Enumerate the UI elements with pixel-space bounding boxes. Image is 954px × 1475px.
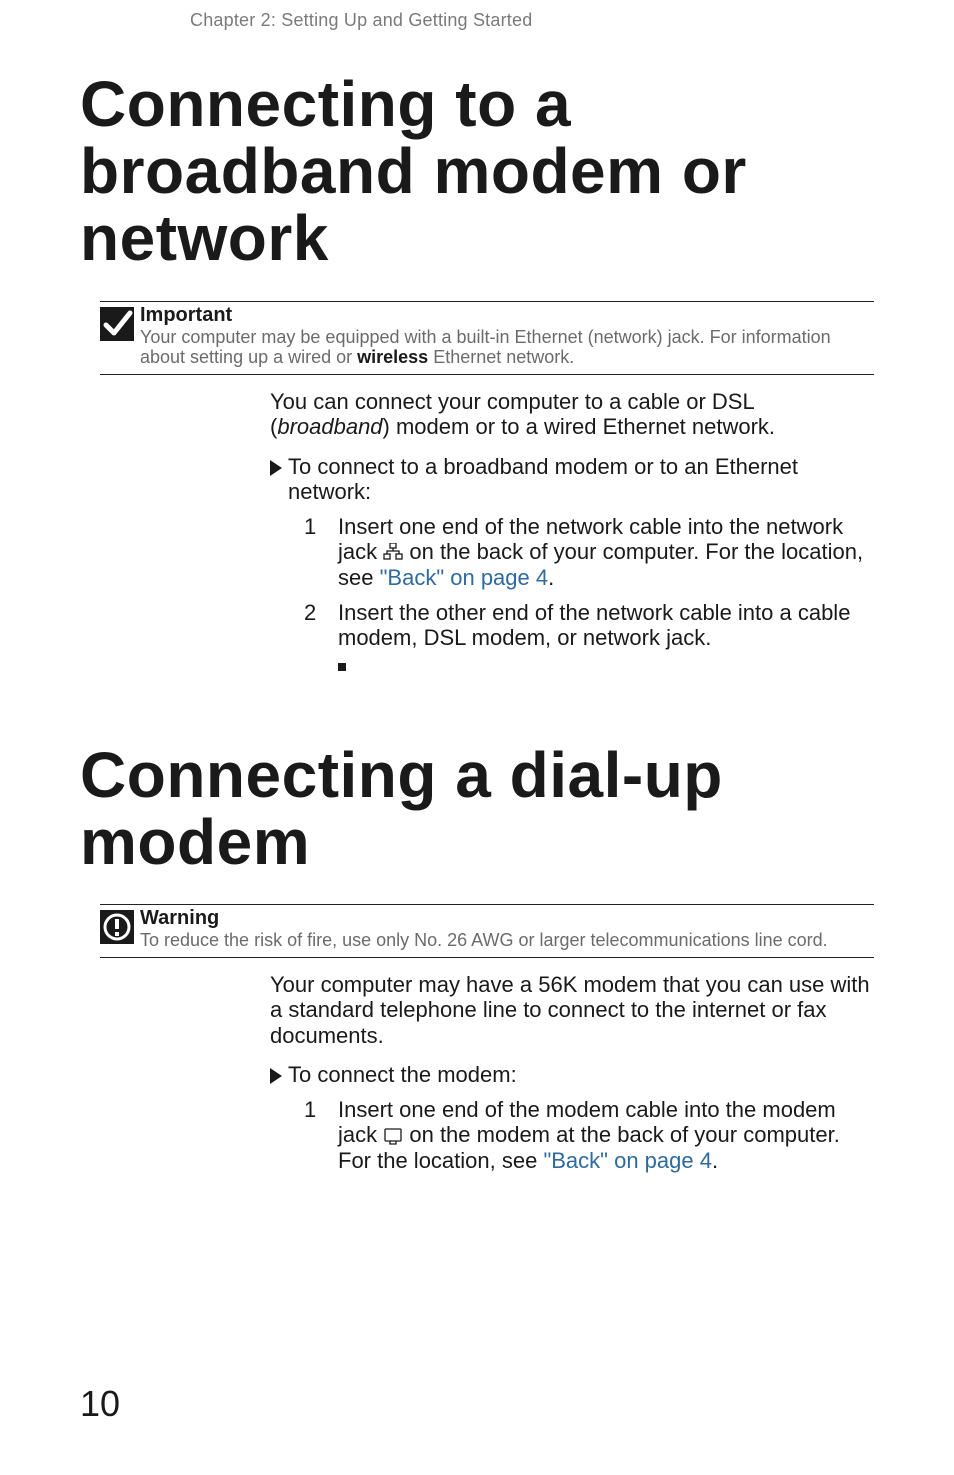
callout-warning-label: Warning [140,907,219,929]
callout-warning-text: Warning To reduce the risk of fire, use … [140,907,874,957]
callout-warning: Warning To reduce the risk of fire, use … [100,904,874,958]
running-header: Chapter 2: Setting Up and Getting Starte… [80,10,874,31]
link-back-page4-a[interactable]: "Back" on page 4 [380,565,549,590]
step-1-2: 2 Insert the other end of the network ca… [304,600,874,676]
end-of-procedure-icon [338,663,346,671]
callout-important: Important Your computer may be equipped … [100,301,874,375]
page-container: Chapter 2: Setting Up and Getting Starte… [0,0,954,1475]
page-number: 10 [80,1383,120,1425]
procedure-heading-1: To connect to a broadband modem or to an… [270,454,874,505]
procedure-heading-2: To connect the modem: [270,1062,874,1087]
modem-jack-icon [383,1128,403,1146]
section-title-broadband: Connecting to a broadband modem or netwo… [80,71,874,273]
step-2-1: 1 Insert one end of the modem cable into… [304,1097,874,1173]
link-back-page4-b[interactable]: "Back" on page 4 [543,1148,712,1173]
steps-list-2: 1 Insert one end of the modem cable into… [304,1097,874,1173]
body-column-1: You can connect your computer to a cable… [270,389,874,676]
triangle-bullet-icon [270,460,282,476]
step-1-1: 1 Insert one end of the network cable in… [304,514,874,590]
triangle-bullet-icon [270,1068,282,1084]
checkmark-icon [100,307,134,341]
intro-paragraph-1: You can connect your computer to a cable… [270,389,874,440]
intro-paragraph-2: Your computer may have a 56K modem that … [270,972,874,1048]
warning-icon [100,910,134,944]
callout-important-label: Important [140,304,232,326]
callout-important-text: Important Your computer may be equipped … [140,304,874,374]
section-title-dialup: Connecting a dial-up modem [80,742,874,876]
network-jack-icon [383,543,403,561]
body-column-2: Your computer may have a 56K modem that … [270,972,874,1173]
steps-list-1: 1 Insert one end of the network cable in… [304,514,874,676]
